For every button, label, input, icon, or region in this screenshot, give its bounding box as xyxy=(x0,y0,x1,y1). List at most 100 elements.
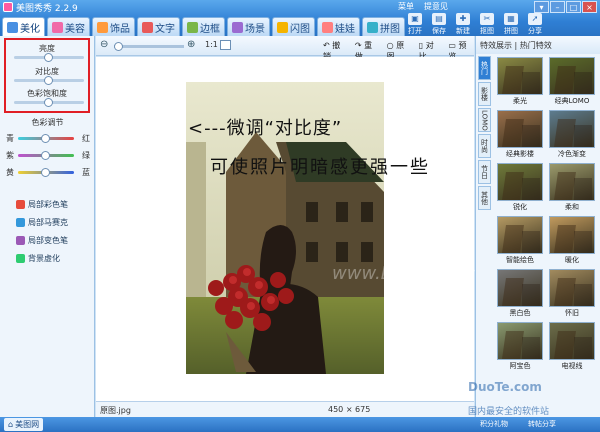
face-icon xyxy=(52,21,63,33)
purple-green-knob[interactable] xyxy=(41,151,50,160)
canvas-toolbar: ⊖ ⊕ 1:1 ↶ 撤销 ↷ 重做 ○ 原图 ▯ 对比 ▭ 预览 xyxy=(96,36,474,61)
meitu-home-button[interactable]: ⌂ 美图网 xyxy=(4,418,44,431)
new-icon: ✚ xyxy=(456,13,470,25)
maximize-button[interactable]: □ xyxy=(566,1,581,13)
effect-item[interactable]: 暖化 xyxy=(548,216,596,267)
tab-7[interactable]: 娃娃 xyxy=(317,17,360,36)
effect-item[interactable]: 黑白色 xyxy=(496,269,544,320)
contrast-slider[interactable] xyxy=(14,76,84,85)
collage-button[interactable]: ▦ 拼图 xyxy=(501,13,521,36)
effect-item[interactable]: 经典LOMO xyxy=(548,57,596,108)
saturation-knob[interactable] xyxy=(44,98,53,107)
effect-tab-4[interactable]: 节日 xyxy=(478,160,491,184)
effect-item[interactable]: 冷色渐变 xyxy=(548,110,596,161)
title-bar: 美图秀秀 2.2.9 xyxy=(0,0,78,14)
effect-tab-3[interactable]: 时尚 xyxy=(478,134,491,158)
doll-icon xyxy=(322,21,333,33)
brightness-knob[interactable] xyxy=(44,53,53,62)
cutout-label: 抠图 xyxy=(480,27,494,35)
local-tool-1[interactable]: 局部马赛克 xyxy=(16,213,68,231)
effect-tab-0[interactable]: 热门 xyxy=(478,56,491,80)
yellow-blue-slider[interactable] xyxy=(18,168,74,177)
zoom-knob[interactable] xyxy=(114,42,123,51)
local-tool-2[interactable]: 局部变色笔 xyxy=(16,231,68,249)
effect-thumbnail xyxy=(549,110,595,148)
top-menu: 菜单 提意见 xyxy=(398,1,448,12)
open-icon: ▣ xyxy=(408,13,422,25)
contrast-knob[interactable] xyxy=(44,76,53,85)
save-button[interactable]: ▤ 保存 xyxy=(429,13,449,36)
zoom-out-icon[interactable]: ⊖ xyxy=(100,39,108,50)
effect-item[interactable]: 智能绘色 xyxy=(496,216,544,267)
effect-thumbnail xyxy=(549,269,595,307)
effect-label: 黑白色 xyxy=(509,309,531,317)
puzzle-icon xyxy=(367,21,378,33)
green-label: 绿 xyxy=(82,151,90,160)
effect-item[interactable]: 锐化 xyxy=(496,163,544,214)
frame-icon xyxy=(187,21,198,33)
gift-link[interactable]: 积分礼物 xyxy=(480,419,508,429)
accessory-icon xyxy=(97,21,108,33)
slogan-watermark: 国内最安全的软件站 xyxy=(468,407,550,417)
tool-label: 局部变色笔 xyxy=(28,235,68,245)
share-button[interactable]: ➚ 分享 xyxy=(525,13,545,36)
effect-tab-2[interactable]: LOMO xyxy=(478,108,491,132)
share-link[interactable]: 转帖分享 xyxy=(528,419,556,429)
effect-label: 经典LOMO xyxy=(554,97,590,105)
tab-3[interactable]: 文字 xyxy=(137,17,180,36)
brush-icon xyxy=(16,235,25,245)
tab-6[interactable]: 闪图 xyxy=(272,17,315,36)
share-icon: ➚ xyxy=(528,13,542,25)
home-icon: ⌂ xyxy=(8,420,14,429)
annotation-line-1: <---微调“对比度” xyxy=(188,118,343,139)
saturation-slider[interactable] xyxy=(14,98,84,107)
tab-0[interactable]: 美化 xyxy=(2,17,45,36)
purple-green-row: 紫 绿 xyxy=(4,150,90,160)
cyan-red-knob[interactable] xyxy=(41,134,50,143)
effect-item[interactable]: 经典影楼 xyxy=(496,110,544,161)
color-adjust-title: 色彩调节 xyxy=(31,118,64,127)
brightness-slider[interactable] xyxy=(14,53,84,62)
menu-link[interactable]: 菜单 xyxy=(398,1,414,12)
site-watermark: DuoTe.com xyxy=(468,380,542,394)
local-tool-3[interactable]: 背景虚化 xyxy=(16,249,68,267)
tab-8[interactable]: 拼图 xyxy=(362,17,405,36)
effect-item[interactable]: 电视线 xyxy=(548,322,596,373)
effect-category-tabs: 热门 影楼 LOMO 时尚 节日 其他 xyxy=(478,56,491,212)
effect-tab-1[interactable]: 影楼 xyxy=(478,82,491,106)
effect-tab-5[interactable]: 其他 xyxy=(478,186,491,210)
new-button[interactable]: ✚ 新建 xyxy=(453,13,473,36)
image-dimensions: 450 × 675 xyxy=(328,405,371,414)
cutout-button[interactable]: ✂ 抠图 xyxy=(477,13,497,36)
tab-1[interactable]: 美容 xyxy=(47,17,90,36)
local-tool-0[interactable]: 局部彩色笔 xyxy=(16,195,68,213)
effect-item[interactable]: 怀旧 xyxy=(548,269,596,320)
canvas-watermark: www.DuoTe.com xyxy=(332,263,482,284)
tab-5[interactable]: 场景 xyxy=(227,17,270,36)
actual-size-button[interactable]: 1:1 xyxy=(205,40,218,49)
tab-2[interactable]: 饰品 xyxy=(92,17,135,36)
minimize-button[interactable]: – xyxy=(550,1,565,13)
yellow-blue-knob[interactable] xyxy=(41,168,50,177)
effect-thumbnail xyxy=(549,57,595,95)
effect-label: 阿宝色 xyxy=(509,362,531,370)
zoom-in-icon[interactable]: ⊕ xyxy=(187,39,195,50)
tab-4[interactable]: 边框 xyxy=(182,17,225,36)
window-title: 美图秀秀 2.2.9 xyxy=(16,3,78,14)
zoom-slider[interactable] xyxy=(114,42,184,51)
effect-item[interactable]: 阿宝色 xyxy=(496,322,544,373)
effect-item[interactable]: 柔和 xyxy=(548,163,596,214)
feedback-link[interactable]: 提意见 xyxy=(424,1,448,12)
effect-thumbnail xyxy=(497,269,543,307)
effect-label: 智能绘色 xyxy=(506,256,534,264)
tab-label: 场景 xyxy=(245,23,265,35)
blue-label: 蓝 xyxy=(82,168,90,177)
purple-label: 紫 xyxy=(6,151,14,160)
close-button[interactable]: × xyxy=(582,1,597,13)
effect-item[interactable]: 柔光 xyxy=(496,57,544,108)
skin-button[interactable]: ▾ xyxy=(534,1,549,13)
purple-green-slider[interactable] xyxy=(18,151,74,160)
fit-window-icon[interactable] xyxy=(220,40,231,50)
open-button[interactable]: ▣ 打开 xyxy=(405,13,425,36)
cyan-red-slider[interactable] xyxy=(18,134,74,143)
